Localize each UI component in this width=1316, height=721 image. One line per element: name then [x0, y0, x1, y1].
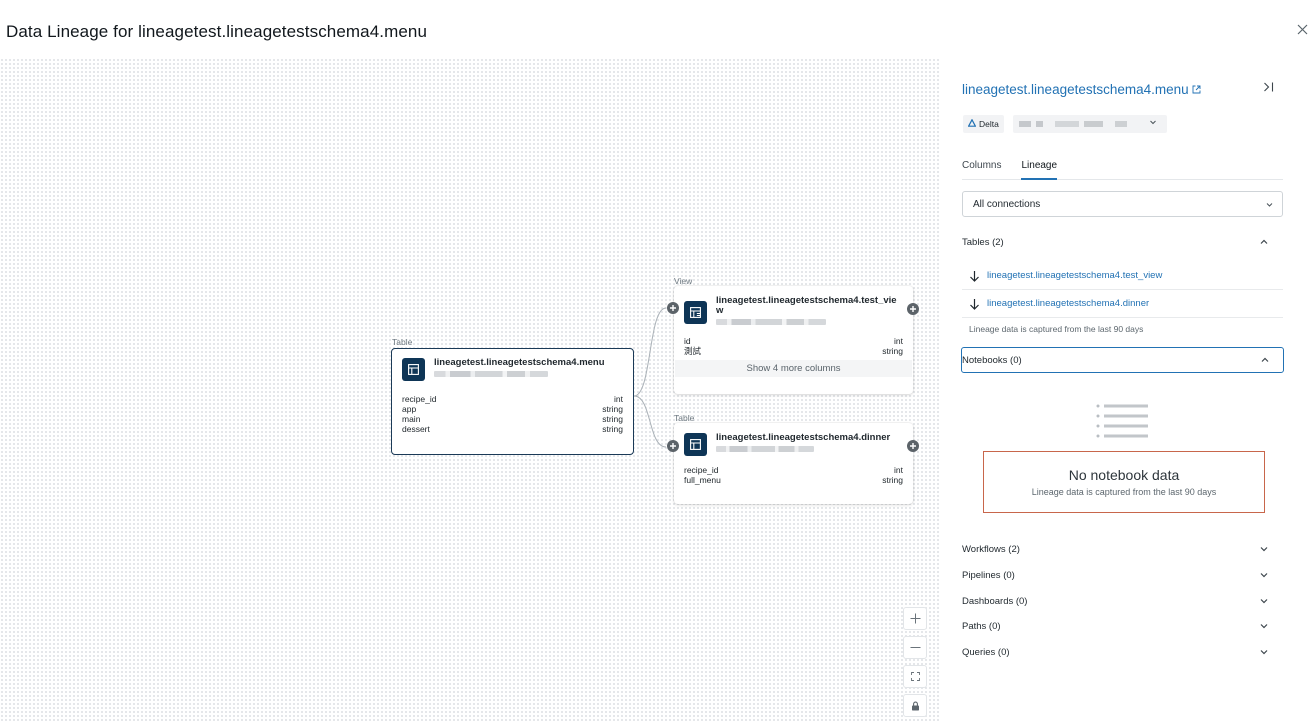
chevron-down-icon	[1259, 570, 1269, 580]
node-type-label: Table	[392, 337, 413, 347]
edge-menu-to-test-view	[633, 307, 667, 397]
plus-icon	[910, 443, 916, 449]
chevron-up-icon	[1260, 355, 1270, 365]
pipelines-section-header[interactable]: Pipelines (0)	[962, 565, 1283, 585]
chevron-down-icon	[1259, 647, 1269, 657]
empty-list-illustration	[1096, 404, 1148, 438]
tab-lineage[interactable]: Lineage	[1021, 159, 1058, 180]
tab-columns[interactable]: Columns	[962, 159, 1001, 179]
show-more-columns-button[interactable]: Show 4 more columns	[675, 360, 912, 377]
lineage-table-item[interactable]: lineagetest.lineagetestschema4.dinner	[962, 290, 1283, 318]
node-dinner-table[interactable]: lineagetest.lineagetestschema4.dinner re…	[674, 423, 913, 504]
column-row: main string	[402, 414, 623, 424]
dashboards-section-header[interactable]: Dashboards (0)	[962, 591, 1283, 611]
expand-upstream-port[interactable]	[667, 440, 679, 452]
column-row: recipe_id int	[684, 465, 903, 475]
table-icon	[402, 358, 425, 381]
external-link-icon[interactable]	[1192, 85, 1201, 94]
lock-icon	[911, 701, 919, 710]
collapse-panel-button[interactable]	[1263, 81, 1274, 96]
connections-select-value: All connections	[973, 198, 1041, 210]
format-badge-label: Delta	[979, 119, 999, 129]
redacted-text	[716, 446, 814, 452]
column-row: 測試 string	[684, 346, 903, 356]
node-menu-table[interactable]: lineagetest.lineagetestschema4.menu reci…	[391, 348, 634, 455]
redacted-text	[1019, 121, 1139, 127]
panel-title-link[interactable]: lineagetest.lineagetestschema4.menu	[962, 82, 1189, 97]
arrow-down-icon	[969, 298, 981, 310]
workflows-section-header[interactable]: Workflows (2)	[962, 539, 1283, 559]
view-icon	[684, 301, 707, 324]
expand-upstream-port[interactable]	[667, 302, 679, 314]
chevron-down-icon	[1259, 596, 1269, 606]
zoom-in-button[interactable]	[903, 607, 927, 630]
redacted-text	[434, 371, 548, 377]
node-type-label: Table	[674, 413, 695, 423]
plus-icon	[670, 443, 676, 449]
delta-icon	[967, 118, 977, 129]
plus-icon	[670, 305, 676, 311]
redacted-text	[716, 319, 826, 325]
empty-state-subtitle: Lineage data is captured from the last 9…	[1031, 487, 1217, 497]
lineage-table-link[interactable]: lineagetest.lineagetestschema4.test_view	[987, 270, 1162, 281]
column-row: app string	[402, 404, 623, 414]
chevron-up-icon	[1259, 237, 1269, 247]
format-badge: Delta	[963, 115, 1004, 133]
edge-menu-to-dinner	[633, 395, 667, 448]
node-name: lineagetest.lineagetestschema4.menu	[434, 357, 605, 368]
lineage-table-item[interactable]: lineagetest.lineagetestschema4.test_view	[962, 262, 1283, 290]
close-button[interactable]	[1293, 20, 1311, 38]
page-title: Data Lineage for lineagetest.lineagetest…	[6, 22, 428, 41]
chevron-down-icon	[1266, 203, 1273, 207]
lineage-table-link[interactable]: lineagetest.lineagetestschema4.dinner	[987, 298, 1149, 309]
column-row: recipe_id int	[402, 394, 623, 404]
expand-downstream-port[interactable]	[907, 440, 919, 452]
column-row: dessert string	[402, 424, 623, 434]
column-list: id int 測試 string	[674, 336, 913, 356]
fit-view-icon	[910, 672, 920, 681]
workspace-dropdown[interactable]	[1013, 115, 1167, 133]
fit-view-button[interactable]	[903, 665, 927, 688]
tables-section-header[interactable]: Tables (2)	[962, 232, 1283, 252]
lineage-canvas[interactable]: Table lineagetest.lineagetestschema4.men…	[0, 58, 940, 721]
panel-tabs: Columns Lineage	[962, 159, 1283, 180]
close-icon	[1297, 24, 1307, 34]
node-test-view[interactable]: lineagetest.lineagetestschema4.test_view…	[674, 286, 913, 394]
queries-section-header[interactable]: Queries (0)	[962, 642, 1283, 662]
arrow-down-icon	[969, 270, 981, 282]
node-name: lineagetest.lineagetestschema4.dinner	[716, 432, 891, 443]
column-list: recipe_id int full_menu string	[674, 465, 913, 485]
node-name: lineagetest.lineagetestschema4.test_view	[716, 295, 897, 316]
expand-downstream-port[interactable]	[907, 303, 919, 315]
lineage-note: Lineage data is captured from the last 9…	[969, 324, 1144, 334]
column-row: full_menu string	[684, 475, 903, 485]
node-type-label: View	[674, 276, 693, 286]
connections-select[interactable]: All connections	[962, 191, 1283, 217]
notebooks-section-header[interactable]: Notebooks (0)	[961, 347, 1284, 373]
table-icon	[684, 433, 707, 456]
paths-section-header[interactable]: Paths (0)	[962, 616, 1283, 636]
plus-icon	[910, 306, 916, 312]
minus-icon	[910, 647, 920, 648]
column-list: recipe_id int app string main string desser…	[392, 394, 633, 434]
empty-state-title: No notebook data	[1068, 467, 1180, 483]
zoom-out-button[interactable]	[903, 636, 927, 659]
column-row: id int	[684, 336, 903, 346]
lock-button[interactable]	[903, 694, 927, 717]
collapse-right-icon	[1264, 82, 1274, 92]
details-panel: lineagetest.lineagetestschema4.menu Delt…	[940, 58, 1316, 721]
plus-icon	[910, 613, 920, 624]
chevron-down-icon	[1259, 621, 1269, 631]
empty-state: No notebook data Lineage data is capture…	[983, 451, 1265, 513]
chevron-down-icon	[1150, 120, 1156, 125]
chevron-down-icon	[1259, 544, 1269, 554]
